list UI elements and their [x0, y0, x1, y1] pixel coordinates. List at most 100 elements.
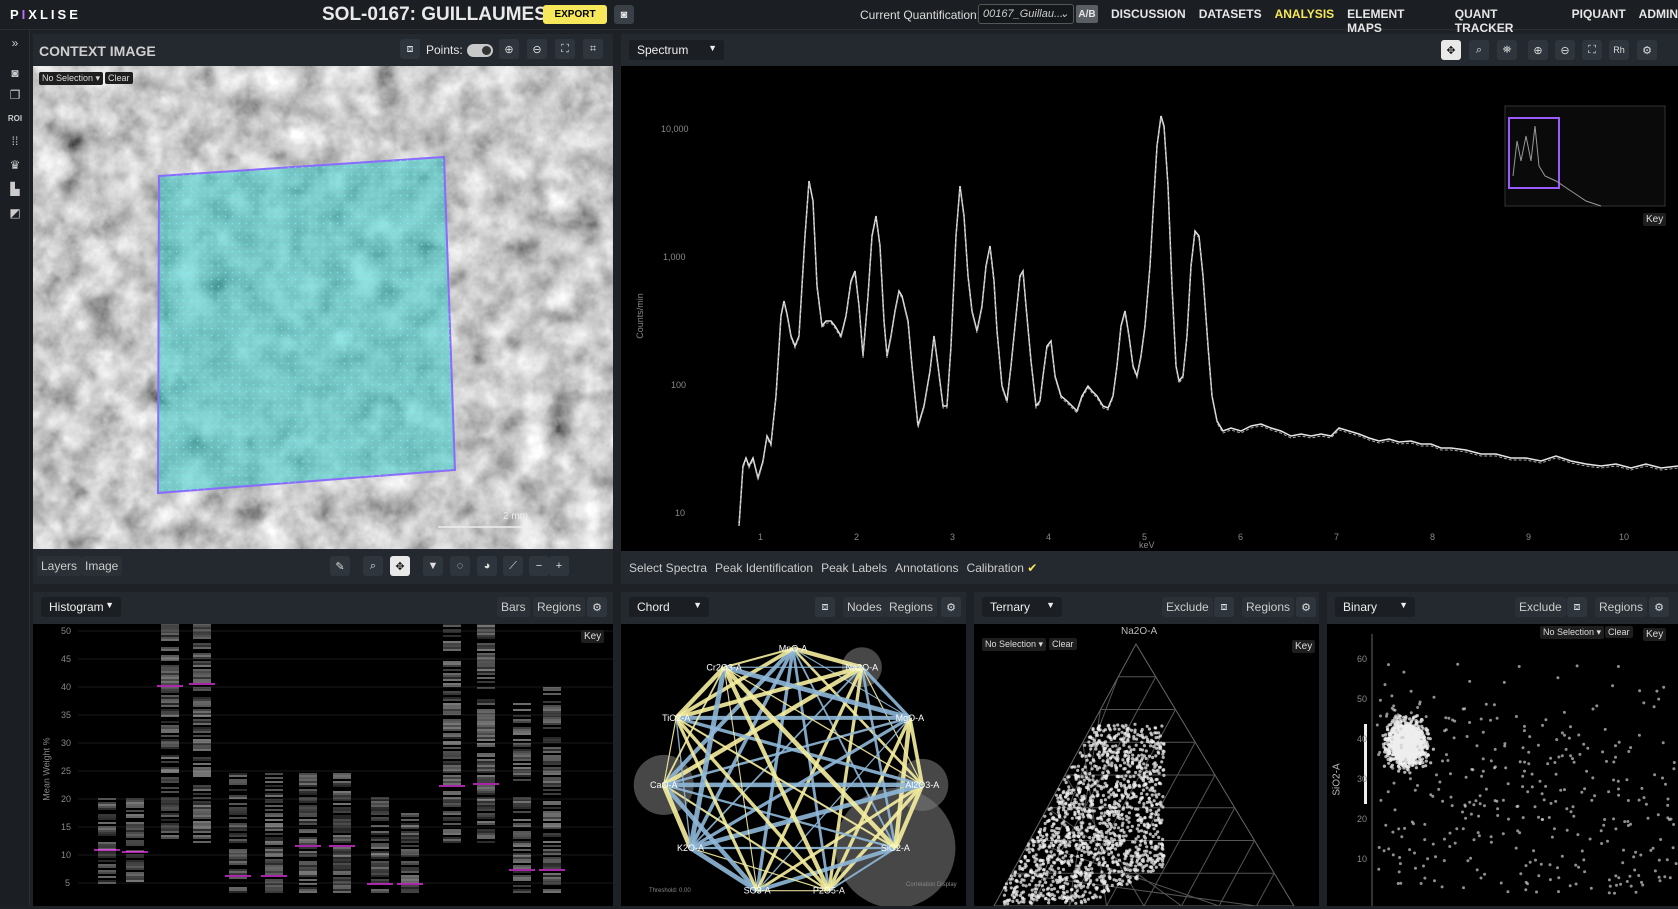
fit-icon[interactable]: ⛶ [1582, 40, 1602, 60]
nav-datasets[interactable]: DATASETS [1199, 7, 1262, 35]
roi-button[interactable]: ROI [6, 114, 24, 130]
binary-point [1646, 816, 1650, 820]
histogram-dropdown[interactable]: Histogram ▼ [41, 597, 121, 617]
spectrum-dropdown[interactable]: Spectrum ▼ [629, 40, 724, 60]
tab-layers[interactable]: Layers [37, 556, 82, 576]
palette-icon[interactable]: ◕ [477, 556, 497, 576]
histogram-chart[interactable]: Key Mean Weight % 50 45 40 35 30 25 20 1… [33, 623, 613, 906]
nav-admin[interactable]: ADMIN [1639, 7, 1678, 35]
tab-image[interactable]: Image [81, 556, 123, 576]
pan-icon[interactable]: ✥ [1441, 40, 1461, 60]
pixlise-logo[interactable]: PIXLISE [10, 7, 81, 22]
regions-button[interactable]: Regions [885, 597, 938, 617]
layers-icon[interactable]: ❐ [6, 88, 24, 104]
binary-point [1416, 732, 1420, 736]
expand-icon[interactable]: » [6, 36, 24, 52]
camera-icon[interactable]: ◙ [614, 5, 634, 24]
binary-point [1607, 790, 1611, 794]
select-icon[interactable]: ⧈ [1567, 597, 1587, 617]
ternary-point [1145, 849, 1149, 853]
spectrum-key-button[interactable]: Key [1643, 213, 1667, 226]
nav-piquant[interactable]: PIQUANT [1572, 7, 1626, 35]
tools-icon[interactable]: ◩ [6, 206, 24, 222]
fit-icon[interactable]: ⛶ [555, 39, 575, 59]
grid-icon[interactable]: ⁞⁞ [6, 134, 24, 150]
plus-icon[interactable]: + [549, 556, 569, 576]
pan-icon[interactable]: ✥ [390, 556, 410, 576]
gear-icon[interactable]: ⚙ [941, 597, 961, 617]
gear-icon[interactable]: ⚙ [1637, 40, 1657, 60]
minus-icon[interactable]: − [529, 556, 549, 576]
peak-identification-button[interactable]: Peak Identification [715, 561, 813, 575]
exclude-button[interactable]: Exclude [1515, 597, 1566, 617]
select-icon[interactable]: ⧈ [815, 597, 835, 617]
zoom-in-icon[interactable]: ⊕ [1528, 40, 1548, 60]
zoom-in-icon[interactable]: ⊕ [499, 39, 519, 59]
binary-dropdown[interactable]: Binary ▼ [1335, 597, 1415, 617]
ternary-point [1006, 899, 1010, 903]
regions-button[interactable]: Regions [1242, 597, 1295, 617]
peak-icon[interactable]: ⛯ [1497, 40, 1517, 60]
select-spectra-button[interactable]: Select Spectra [629, 561, 707, 575]
binary-chart[interactable]: No Selection ▾ Clear Key SiO2-A 60 50 40… [1327, 624, 1678, 906]
ternary-dropdown[interactable]: Ternary ▼ [982, 597, 1062, 617]
spectrum-chart[interactable]: 10,000 1,000 100 10 Counts/min 1 2 3 4 5… [621, 66, 1678, 551]
minimap[interactable] [1504, 105, 1666, 207]
export-button[interactable]: EXPORT [543, 5, 607, 24]
annotations-button[interactable]: Annotations [895, 561, 958, 575]
chord-dropdown[interactable]: Chord ▼ [629, 597, 709, 617]
gear-icon[interactable]: ⚙ [1296, 597, 1316, 617]
points-toggle[interactable] [467, 44, 493, 57]
search-icon[interactable]: ⌕ [1469, 40, 1489, 60]
binary-point [1408, 762, 1412, 766]
rh-icon[interactable]: Rh [1609, 40, 1629, 60]
calibration-button[interactable]: Calibration ✔ [967, 561, 1038, 575]
binary-clear-button[interactable]: Clear [1605, 626, 1633, 638]
gear-icon[interactable]: ⚙ [587, 597, 607, 617]
ternary-selection-dropdown[interactable]: No Selection ▾ [982, 638, 1047, 651]
select-icon[interactable]: ⧈ [1214, 597, 1234, 617]
crosshair-icon[interactable]: ⌗ [583, 39, 603, 59]
regions-button[interactable]: Regions [533, 597, 586, 617]
quant-select[interactable]: 00167_Guillau... ⌄ [978, 4, 1074, 24]
ternary-key-button[interactable]: Key [1292, 640, 1316, 653]
search-icon[interactable]: ⌕ [363, 556, 383, 576]
chord-chart[interactable]: MnO-A Na2O-A MgO-A Al2O3-A SiO2-A P2O5-A SO3-A… [621, 624, 966, 909]
zoom-out-icon[interactable]: ⊖ [527, 39, 547, 59]
bars-button[interactable]: Bars [497, 597, 530, 617]
binary-key-button[interactable]: Key [1643, 628, 1667, 641]
lasso-icon[interactable]: ◌ [450, 556, 470, 576]
peak-labels-button[interactable]: Peak Labels [821, 561, 887, 575]
context-clear-button[interactable]: Clear [105, 72, 133, 84]
zoom-out-icon[interactable]: ⊖ [1555, 40, 1575, 60]
chart-icon[interactable]: ▙ [6, 182, 24, 198]
nav-quant-tracker[interactable]: QUANT TRACKER [1455, 7, 1559, 35]
brush-icon[interactable]: ▼ [423, 556, 443, 576]
ternary-point [1116, 826, 1121, 830]
ternary-chart[interactable]: No Selection ▾ Clear Key Na2O-A [974, 624, 1319, 907]
ternary-point [1061, 867, 1066, 872]
ternary-point [1138, 761, 1142, 765]
histogram-key-button[interactable]: Key [581, 630, 605, 643]
exclude-button[interactable]: Exclude [1162, 597, 1213, 617]
line-icon[interactable]: ⟋ [503, 556, 523, 576]
select-icon[interactable]: ⧈ [400, 39, 420, 59]
crown-icon[interactable]: ♛ [6, 158, 24, 174]
regions-button[interactable]: Regions [1595, 597, 1648, 617]
context-selection-dropdown[interactable]: No Selection ▾ [39, 72, 104, 85]
nodes-button[interactable]: Nodes [843, 597, 886, 617]
ternary-clear-button[interactable]: Clear [1049, 638, 1077, 650]
nav-analysis[interactable]: ANALYSIS [1275, 7, 1335, 35]
ternary-point [1075, 828, 1079, 832]
context-image-canvas[interactable]: No Selection ▾ Clear 2 mm [33, 66, 613, 549]
nav-element-maps[interactable]: ELEMENT MAPS [1347, 7, 1442, 35]
ab-toggle-button[interactable]: A/B [1076, 5, 1098, 23]
gear-icon[interactable]: ⚙ [1649, 597, 1669, 617]
camera-icon[interactable]: ◙ [6, 66, 24, 82]
ternary-point [1090, 851, 1094, 855]
ternary-point [1050, 887, 1054, 892]
binary-selection-dropdown[interactable]: No Selection ▾ [1540, 626, 1605, 639]
binary-point [1572, 814, 1576, 818]
pencil-icon[interactable]: ✎ [330, 556, 350, 576]
nav-discussion[interactable]: DISCUSSION [1111, 7, 1186, 35]
